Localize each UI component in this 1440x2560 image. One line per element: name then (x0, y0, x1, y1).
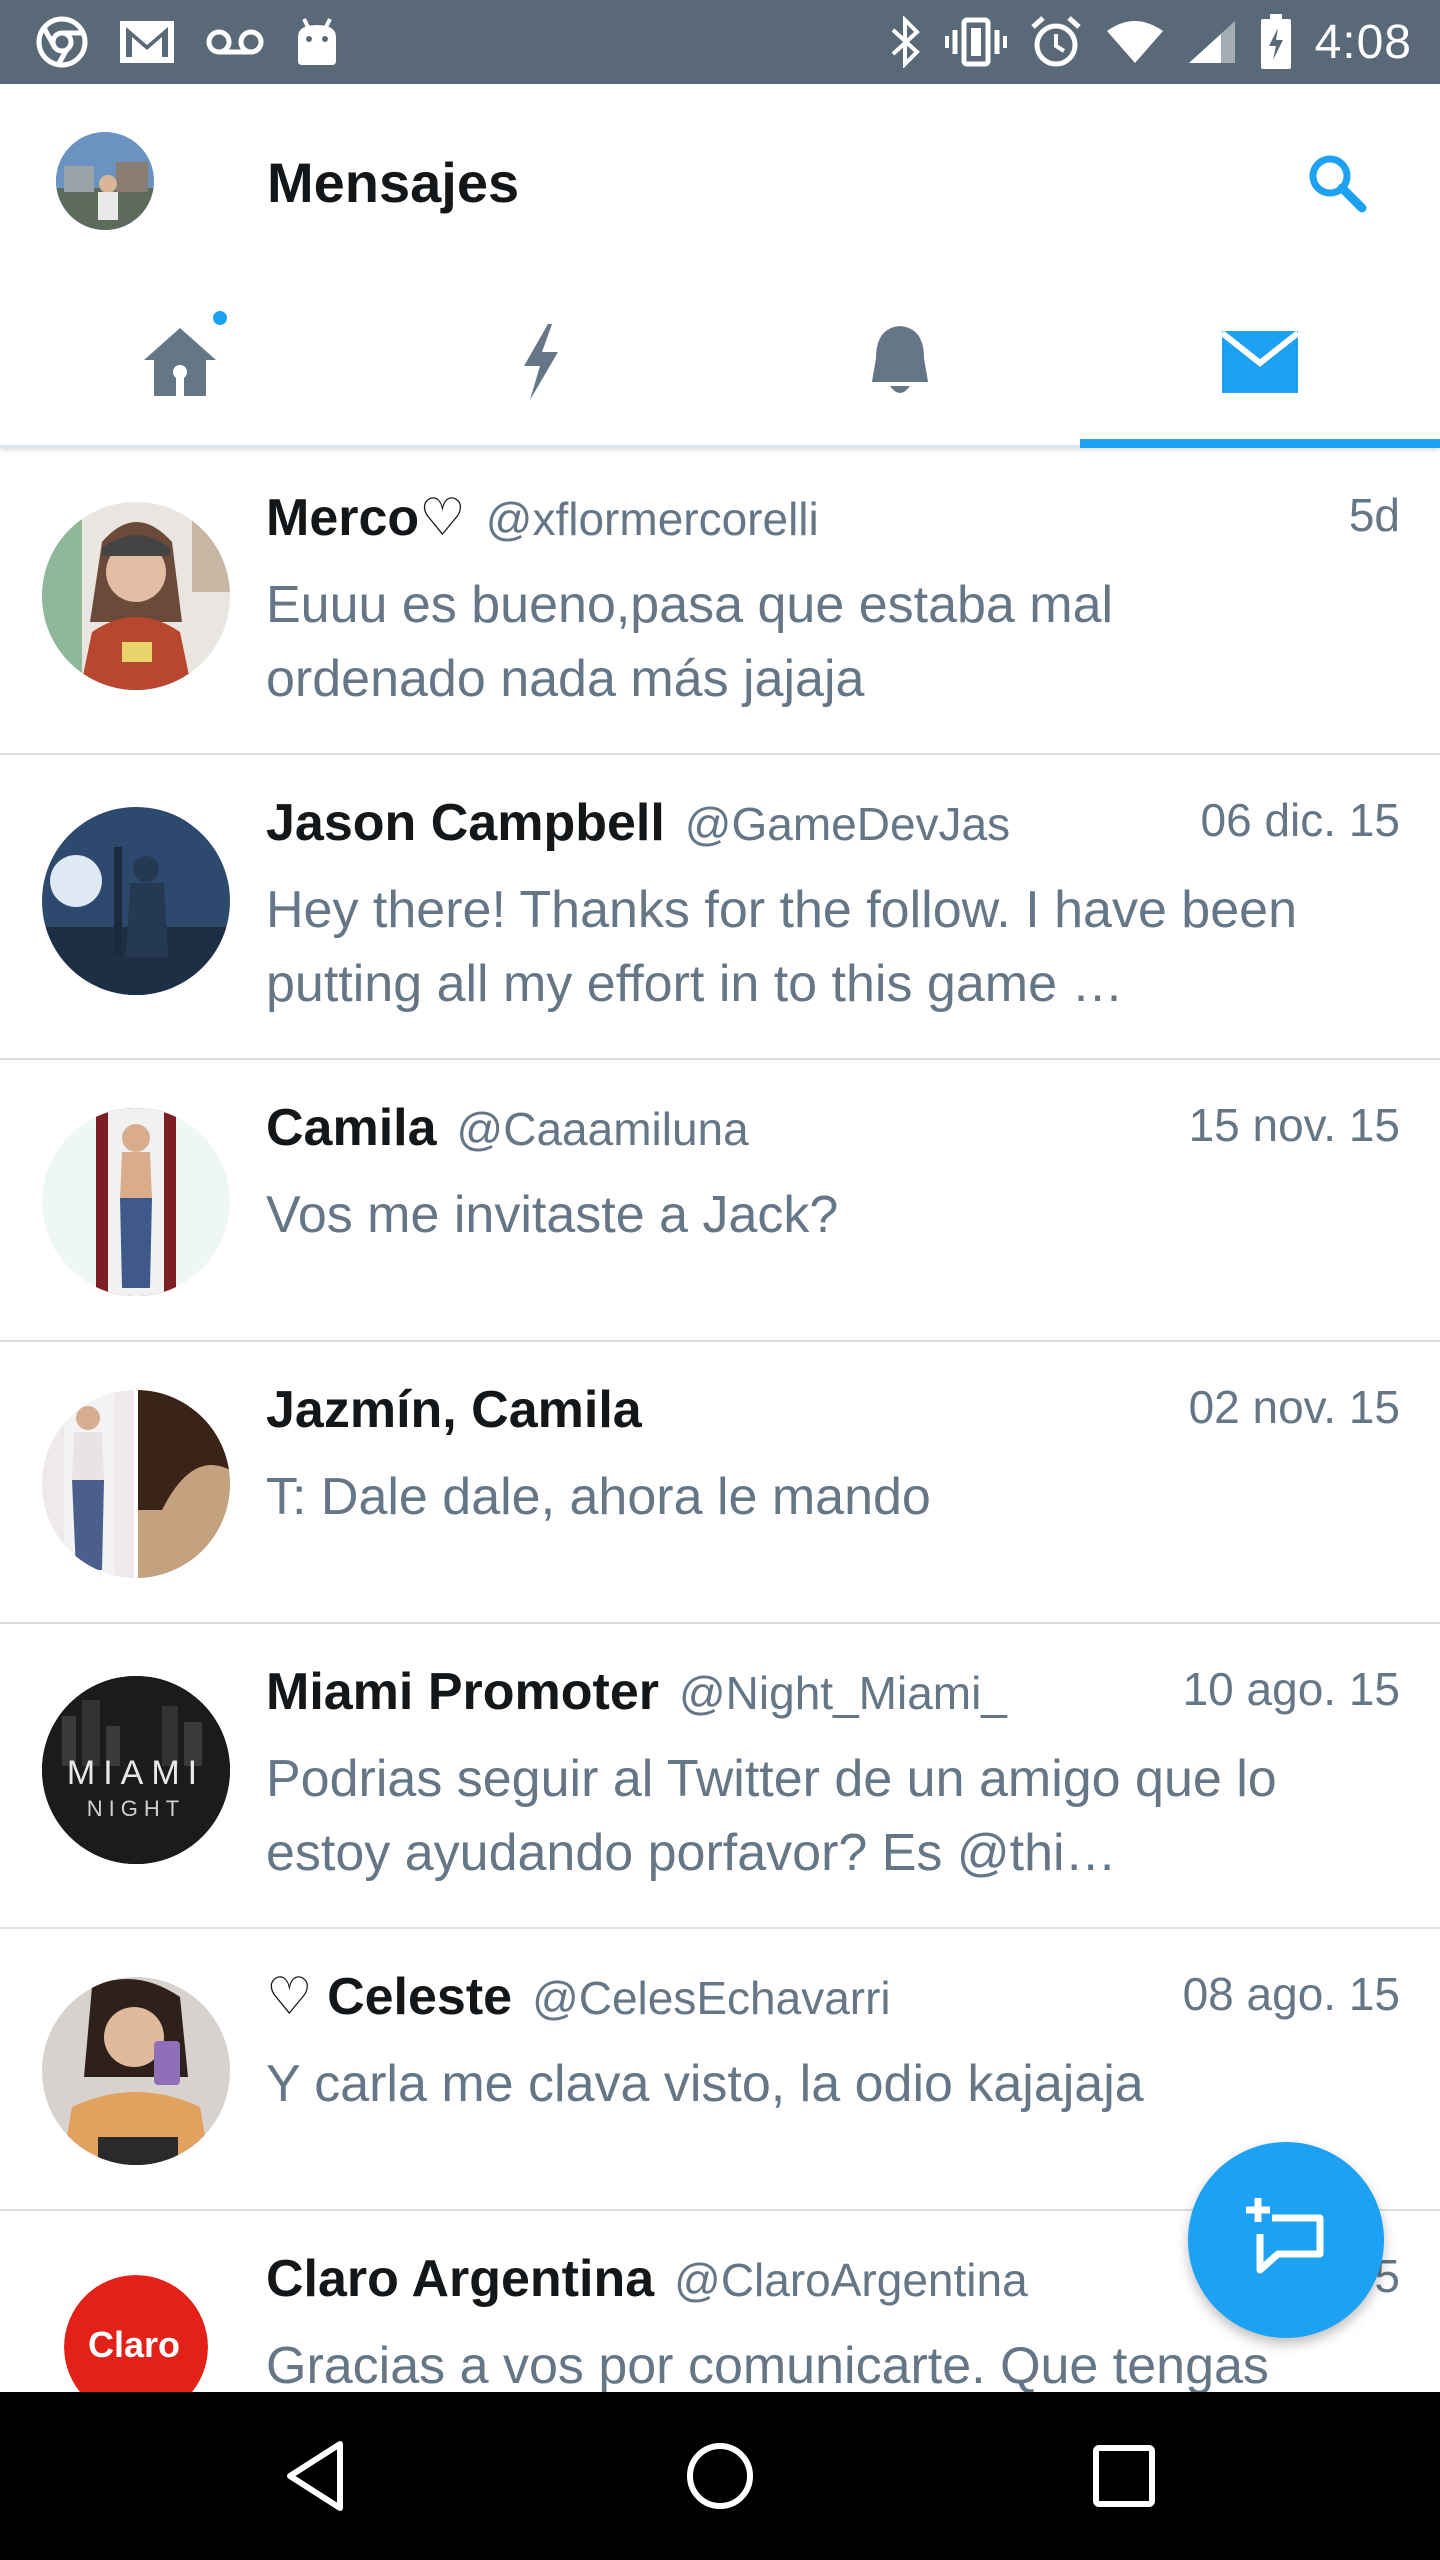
conversation-name: Jason Campbell (266, 794, 665, 852)
conversation-time: 06 dic. 15 (1200, 794, 1400, 846)
battery-icon (1259, 14, 1293, 70)
search-icon (1300, 155, 1372, 222)
avatar-text-night: NIGHT (87, 1796, 185, 1821)
conversation-item[interactable]: MIAMI NIGHT Miami Promoter @Night_Miami_… (0, 1624, 1440, 1929)
conversation-preview: T: Dale dale, ahora le mando (266, 1468, 931, 1526)
system-nav-bar (0, 2392, 1440, 2560)
conversation-handle: @Caaamiluna (456, 1103, 749, 1155)
conversation-time: 10 ago. 15 (1182, 1663, 1400, 1715)
conversation-handle: @xflormercorelli (485, 493, 819, 545)
tab-notifications[interactable] (720, 284, 1080, 445)
conversation-handle: @Night_Miami_ (678, 1667, 1007, 1719)
compose-message-button[interactable] (1188, 2142, 1384, 2338)
home-button[interactable] (678, 2434, 762, 2518)
chrome-icon (36, 16, 88, 68)
conversation-preview: Y carla me clava visto, la odio kajajaja (266, 2055, 1144, 2113)
conversation-name: Merco♡ (266, 489, 466, 547)
avatar-text-claro: Claro (88, 2324, 180, 2365)
conversation-name: ♡ Celeste (266, 1968, 513, 2026)
home-notification-dot (210, 308, 230, 328)
page-title: Mensajes (267, 151, 520, 214)
gmail-icon (118, 19, 176, 65)
bluetooth-icon (889, 16, 923, 68)
avatar (42, 502, 230, 690)
avatar-text-miami: MIAMI (67, 1754, 205, 1792)
conversation-preview: Vos me invitaste a Jack? (266, 1186, 839, 1244)
conversation-handle: @GameDevJas (684, 798, 1011, 850)
conversation-item[interactable]: Merco♡ @xflormercorelli 5d Euuu es bueno… (0, 450, 1440, 755)
profile-avatar[interactable] (56, 132, 154, 230)
conversation-preview: Hey there! Thanks for the follow. I have… (266, 881, 1297, 1013)
conversation-name: Jazmín, Camila (266, 1381, 642, 1439)
avatar (42, 1977, 230, 2165)
conversation-name: Miami Promoter (266, 1663, 659, 1721)
search-button[interactable] (1300, 146, 1372, 218)
mail-icon (1218, 327, 1302, 402)
compose-message-icon (1238, 2190, 1334, 2291)
tab-moments[interactable] (360, 284, 720, 445)
android-icon (294, 17, 340, 67)
tab-messages[interactable] (1080, 284, 1440, 448)
home-icon (138, 320, 222, 409)
avatar (42, 807, 230, 995)
avatar (42, 1390, 230, 1578)
signal-icon (1187, 19, 1237, 65)
avatar (42, 1108, 230, 1296)
conversation-item[interactable]: Jazmín, Camila 02 nov. 15 T: Dale dale, … (0, 1342, 1440, 1624)
conversation-handle: @CelesEchavarri (532, 1972, 891, 2024)
status-bar: 4:08 (0, 0, 1440, 84)
conversation-time: 15 nov. 15 (1188, 1099, 1400, 1151)
conversation-item[interactable]: Camila @Caaamiluna 15 nov. 15 Vos me inv… (0, 1060, 1440, 1342)
alarm-icon (1029, 15, 1083, 69)
bell-icon (860, 320, 940, 409)
conversation-preview: Podrias seguir al Twitter de un amigo qu… (266, 1750, 1277, 1882)
recents-icon (1082, 2445, 1166, 2522)
tab-home[interactable] (0, 284, 360, 445)
conversation-name: Claro Argentina (266, 2250, 655, 2308)
conversation-preview: Euuu es bueno,pasa que estaba mal ordena… (266, 576, 1114, 708)
conversation-time: 02 nov. 15 (1188, 1381, 1400, 1433)
app-header: Mensajes (0, 84, 1440, 284)
home-circle-icon (678, 2443, 762, 2522)
conversation-time: 08 ago. 15 (1182, 1968, 1400, 2020)
conversation-item[interactable]: Jason Campbell @GameDevJas 06 dic. 15 He… (0, 755, 1440, 1060)
conversation-name: Camila (266, 1099, 437, 1157)
back-button[interactable] (276, 2434, 360, 2518)
conversation-time: 5d (1348, 489, 1400, 541)
vibrate-icon (944, 16, 1007, 68)
conversation-handle: @ClaroArgentina (674, 2254, 1028, 2306)
avatar: MIAMI NIGHT (42, 1676, 230, 1864)
voicemail-icon (206, 27, 264, 57)
back-icon (276, 2441, 360, 2522)
wifi-icon (1105, 19, 1165, 65)
tab-bar (0, 284, 1440, 448)
recents-button[interactable] (1082, 2434, 1166, 2518)
status-time: 4:08 (1314, 15, 1412, 69)
lightning-icon (510, 320, 570, 409)
